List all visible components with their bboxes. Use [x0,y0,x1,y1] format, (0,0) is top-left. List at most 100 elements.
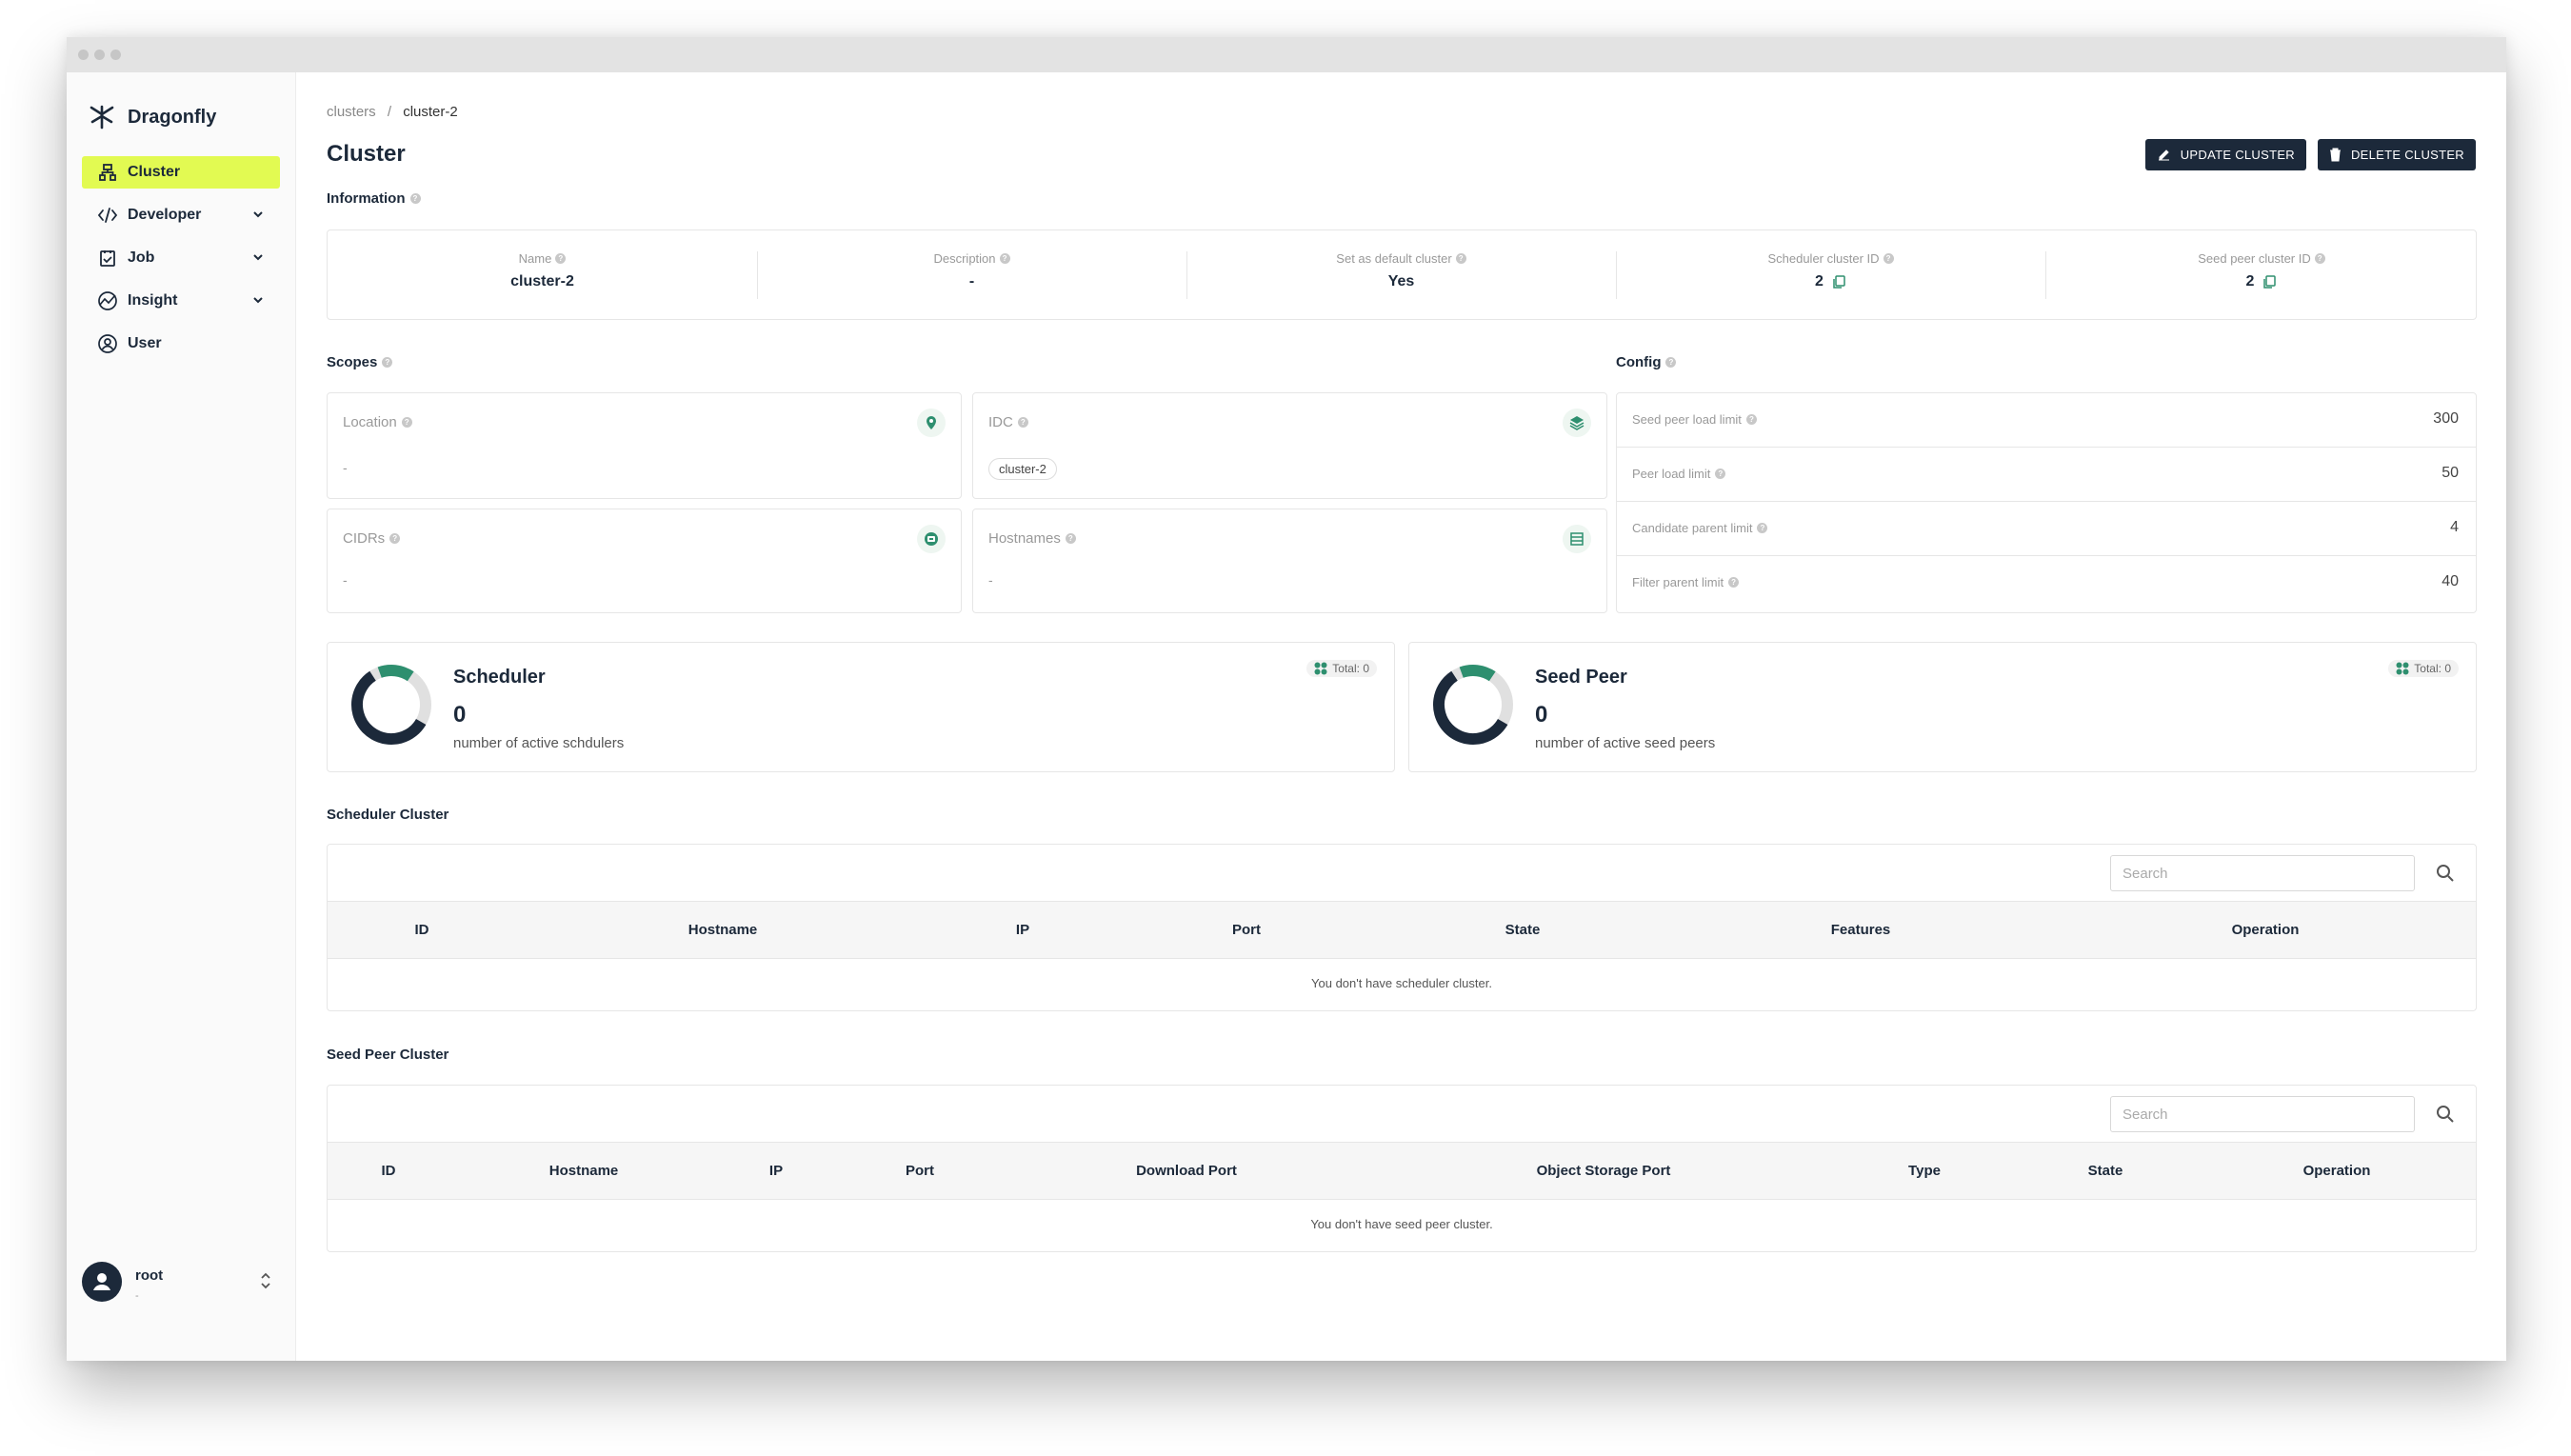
seed-peer-stat-desc: number of active seed peers [1535,735,1716,751]
column-header: IP [768,1163,784,1179]
window-maximize-dot[interactable] [110,50,121,60]
help-icon[interactable]: ? [1017,417,1028,428]
config-label: Seed peer load limit [1632,412,1742,427]
seed-peer-stat-card: Seed Peer 0 number of active seed peers … [1408,642,2477,772]
scopes-title: Scopes [327,354,378,370]
scheduler-cluster-heading: Scheduler Cluster [327,807,448,823]
sidebar-item-label: Cluster [128,164,181,180]
scope-hostnames-card: Hostnames? - [972,509,1607,613]
scope-label: Hostnames [988,530,1061,547]
scope-value: - [343,460,348,475]
column-header: State [2087,1163,2123,1179]
scope-cidrs-card: CIDRs? - [327,509,962,613]
breadcrumb-separator: / [387,104,392,120]
help-icon[interactable]: ? [1455,253,1466,264]
app-logo[interactable]: Dragonfly [88,103,216,131]
config-title: Config [1616,354,1662,370]
info-value: 2 [1815,273,1824,289]
update-cluster-button[interactable]: UPDATE CLUSTER [2144,139,2306,170]
info-value: cluster-2 [510,273,574,289]
user-icon [97,333,118,354]
window-titlebar [67,37,2506,72]
help-icon[interactable]: ? [1728,577,1740,588]
seed-peer-stat-count: 0 [1535,702,1548,728]
column-header: Port [906,1163,934,1179]
chevron-down-icon [253,297,263,304]
sidebar-item-insight[interactable]: Insight [82,285,280,317]
copy-icon[interactable] [1831,274,1846,289]
scope-label: CIDRs [343,530,386,547]
empty-state-text: You don't have scheduler cluster. [1311,976,1492,990]
help-icon[interactable]: ? [1665,357,1677,368]
sidebar-item-user[interactable]: User [82,328,280,360]
scheduler-search-input[interactable]: Search [2110,855,2415,891]
seed-peer-search-input[interactable]: Search [2110,1096,2415,1132]
help-icon[interactable]: ? [555,253,567,264]
scheduler-cluster-table: Search ID Hostname IP Port State Feature… [327,844,2477,1011]
column-header: Object Storage Port [1536,1163,1671,1179]
help-icon[interactable]: ? [382,357,393,368]
help-icon[interactable]: ? [389,533,401,544]
scope-location-card: Location? - [327,392,962,499]
sidebar-item-job[interactable]: Job [82,242,280,274]
config-row: Filter parent limit? 40 [1617,556,2476,610]
window-close-dot[interactable] [78,50,89,60]
column-header: Hostname [548,1163,619,1179]
trash-icon [2329,148,2341,162]
help-icon[interactable]: ? [2314,253,2325,264]
sidebar-item-label: Job [128,249,155,266]
information-card: Name? cluster-2 Description? - Set as de… [327,229,2477,320]
main-content: clusters / cluster-2 Cluster UPDATE CLUS… [296,72,2506,1361]
user-menu[interactable]: root - [82,1262,280,1302]
scope-idc-card: IDC? cluster-2 [972,392,1607,499]
help-icon[interactable]: ? [401,417,412,428]
help-icon[interactable]: ? [1883,253,1894,264]
scheduler-cluster-title: Scheduler Cluster [327,807,449,823]
info-description: Description? - [757,251,1186,290]
scheduler-stat-count: 0 [453,702,467,728]
breadcrumb-current: cluster-2 [403,104,458,120]
sidebar-item-developer[interactable]: Developer [82,199,280,231]
config-heading: Config ? [1616,354,1677,370]
delete-cluster-button[interactable]: DELETE CLUSTER [2317,139,2476,170]
info-value: 2 [2245,273,2255,289]
sidebar-item-label: User [128,335,162,351]
dragonfly-logo-icon [90,105,114,130]
copy-icon[interactable] [2262,274,2277,289]
network-icon [917,525,946,553]
config-label: Candidate parent limit [1632,521,1753,535]
seed-peer-donut-icon [1433,665,1513,745]
sidebar-item-label: Developer [128,207,202,223]
column-header: IP [1015,922,1030,938]
grid-icon [1314,662,1327,675]
sidebar-item-label: Insight [128,292,178,309]
breadcrumb-parent[interactable]: clusters [327,104,376,120]
delete-cluster-label: DELETE CLUSTER [2350,148,2464,162]
column-header: Type [1908,1163,1941,1179]
column-header: Operation [2302,1163,2371,1179]
search-icon[interactable] [2436,1105,2455,1124]
help-icon[interactable]: ? [1065,533,1076,544]
grid-icon [2396,662,2409,675]
unfold-icon[interactable] [259,1271,272,1290]
help-icon[interactable]: ? [999,253,1010,264]
window-minimize-dot[interactable] [94,50,105,60]
help-icon[interactable]: ? [1757,523,1768,533]
help-icon[interactable]: ? [1745,414,1757,425]
config-label: Filter parent limit [1632,575,1724,589]
table-header: ID Hostname IP Port Download Port Object… [328,1142,2476,1200]
config-row: Seed peer load limit? 300 [1617,393,2476,448]
info-label: Description [933,251,996,266]
idc-chip: cluster-2 [988,458,1057,480]
scopes-heading: Scopes ? [327,354,393,370]
seed-peer-stat-title: Seed Peer [1535,667,1627,688]
help-icon[interactable]: ? [409,193,421,204]
help-icon[interactable]: ? [1715,469,1726,479]
scope-value: - [343,572,348,588]
sidebar-item-cluster[interactable]: Cluster [82,156,280,189]
search-icon[interactable] [2436,864,2455,883]
cluster-icon [97,162,118,183]
person-icon [93,1273,110,1290]
info-name: Name? cluster-2 [328,251,757,290]
config-value: 40 [2441,573,2459,589]
